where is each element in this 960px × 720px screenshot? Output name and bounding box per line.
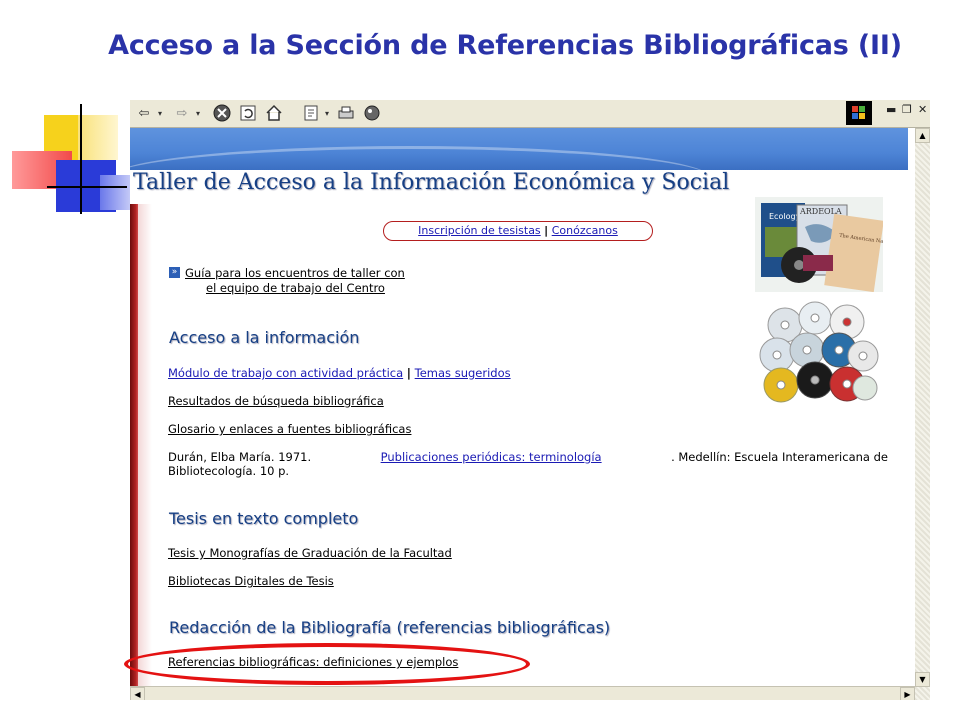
top-links-box: Inscripción de tesistas | Conózcanos bbox=[383, 221, 653, 241]
modulo-row: Módulo de trabajo con actividad práctica… bbox=[168, 366, 511, 380]
windows-logo-icon bbox=[846, 101, 872, 125]
vertical-scrollbar[interactable]: ▲ ▼ bbox=[915, 128, 930, 700]
minimize-icon[interactable]: ▬ bbox=[886, 103, 896, 116]
page-banner bbox=[130, 128, 908, 170]
print-icon[interactable] bbox=[336, 104, 356, 123]
section-title-acceso: Acceso a la información bbox=[169, 328, 360, 347]
stop-icon[interactable] bbox=[212, 104, 232, 123]
refresh-icon[interactable] bbox=[238, 104, 258, 123]
back-arrow-icon[interactable]: ⇦ bbox=[134, 104, 154, 123]
link-guia-encuentros-line2[interactable]: el equipo de trabajo del Centro bbox=[206, 281, 385, 295]
link-publicaciones-periodicas[interactable]: Publicaciones periódicas: terminología bbox=[381, 450, 602, 464]
scroll-down-arrow-icon[interactable]: ▼ bbox=[915, 672, 930, 687]
scroll-right-arrow-icon[interactable]: ▶ bbox=[900, 687, 915, 700]
link-modulo-trabajo[interactable]: Módulo de trabajo con actividad práctica bbox=[168, 366, 403, 380]
link-temas-sugeridos[interactable]: Temas sugeridos bbox=[415, 366, 511, 380]
double-chevron-icon: » bbox=[169, 267, 180, 278]
messenger-icon[interactable] bbox=[362, 104, 382, 123]
book-covers-image: Ecology ARDEOLA The American Naturalist bbox=[755, 197, 883, 292]
horizontal-scrollbar[interactable]: ◀ ▶ bbox=[130, 686, 915, 700]
decorative-side-bar bbox=[130, 204, 138, 686]
link-inscripcion-tesistas[interactable]: Inscripción de tesistas bbox=[418, 224, 541, 237]
browser-toolbar: ⇦ ▾ ⇨ ▾ ▾ bbox=[130, 100, 842, 128]
link-guia-encuentros[interactable]: Guía para los encuentros de taller con bbox=[185, 266, 405, 280]
browser-window: ⇦ ▾ ⇨ ▾ ▾ ▬ ❐ ✕ ▲ ▼ Taller de Acceso a l… bbox=[130, 100, 930, 700]
edit-icon[interactable] bbox=[302, 104, 322, 123]
dropdown-icon[interactable]: ▾ bbox=[155, 104, 165, 123]
scroll-up-arrow-icon[interactable]: ▲ bbox=[915, 128, 930, 143]
scroll-left-arrow-icon[interactable]: ◀ bbox=[130, 687, 145, 700]
dropdown-icon[interactable]: ▾ bbox=[193, 104, 203, 123]
link-resultados-busqueda[interactable]: Resultados de búsqueda bibliográfica bbox=[168, 394, 384, 408]
window-controls: ▬ ❐ ✕ bbox=[842, 100, 930, 128]
link-conozcanos[interactable]: Conózcanos bbox=[552, 224, 618, 237]
decorative-squares bbox=[0, 0, 130, 220]
restore-icon[interactable]: ❐ bbox=[902, 103, 912, 116]
highlight-ellipse bbox=[124, 643, 530, 685]
citation-duran: Durán, Elba María. 1971. Publicaciones p… bbox=[168, 450, 888, 478]
section-title-tesis: Tesis en texto completo bbox=[169, 509, 359, 528]
section-title-redaccion: Redacción de la Bibliografía (referencia… bbox=[169, 618, 611, 637]
cd-collection-image bbox=[755, 300, 880, 408]
page-heading: Taller de Acceso a la Información Económ… bbox=[133, 170, 730, 195]
home-icon[interactable] bbox=[264, 104, 284, 123]
link-glosario-enlaces[interactable]: Glosario y enlaces a fuentes bibliográfi… bbox=[168, 422, 411, 436]
link-bibliotecas-digitales[interactable]: Bibliotecas Digitales de Tesis bbox=[168, 574, 334, 588]
dropdown-icon[interactable]: ▾ bbox=[322, 104, 332, 123]
link-tesis-monografias[interactable]: Tesis y Monografías de Graduación de la … bbox=[168, 546, 452, 560]
forward-arrow-icon[interactable]: ⇨ bbox=[172, 104, 192, 123]
slide-title: Acceso a la Sección de Referencias Bibli… bbox=[108, 30, 902, 61]
close-icon[interactable]: ✕ bbox=[918, 103, 927, 116]
ecology-cover-text: Ecology bbox=[769, 212, 801, 221]
